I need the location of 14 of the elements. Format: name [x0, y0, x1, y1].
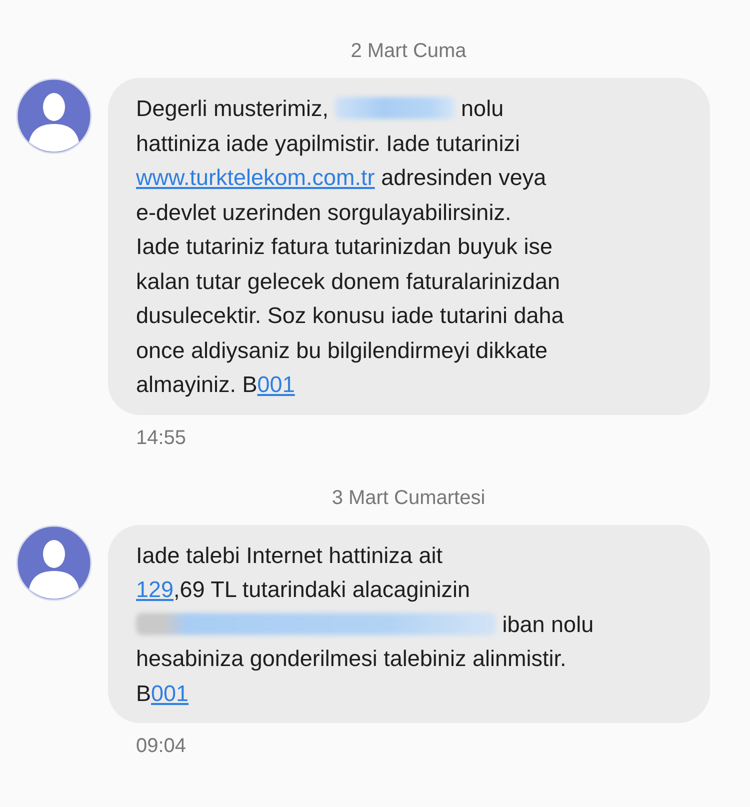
message-time: 14:55 [135, 426, 188, 450]
message-bubble[interactable] [108, 78, 710, 414]
avatar-icon[interactable] [16, 78, 92, 154]
message-bubble[interactable]: Iade talebi Internet hattiniza ait 129,69 TL tutarindaki alacaginizin iban nolu hesabiniza gonderilmesi talebiniz alinmistir. B001 [108, 524, 710, 723]
date-header: 2 Mart Cuma [350, 39, 468, 64]
message-link[interactable]: 001 [151, 680, 189, 706]
avatar-icon[interactable] [16, 524, 92, 600]
message-time: 09:04 [135, 734, 188, 759]
message-link[interactable]: www.turktelekom.com.tr [136, 165, 375, 190]
message-text: Iade talebi Internet hattiniza ait 129,69 TL tutarindaki alacaginizin iban nolu hesabiniza gonderilmesi talebiniz alinmistir. B001 [136, 542, 595, 708]
message-link[interactable]: 001 [257, 372, 295, 397]
date-header: 3 Mart Cumartesi [330, 486, 486, 510]
message-text: Degerli musterimiz, nolu hattiniza iade yapilmistir. Iade tutarinizi www.turktelekom.com.tr adresinden veya e-devlet uzerinden sorgulayabilirsiniz. Iade tutariniz fatura tutarinizdan buyuk ise kalan tutar gelecek donem faturalarinizdan dusulecektir. Soz konusu iade tutarini daha once aldiysaniz bu bilgilendirmeyi dikkate almayiniz. B001 [136, 95, 565, 399]
message-link[interactable]: 129 [136, 577, 174, 602]
